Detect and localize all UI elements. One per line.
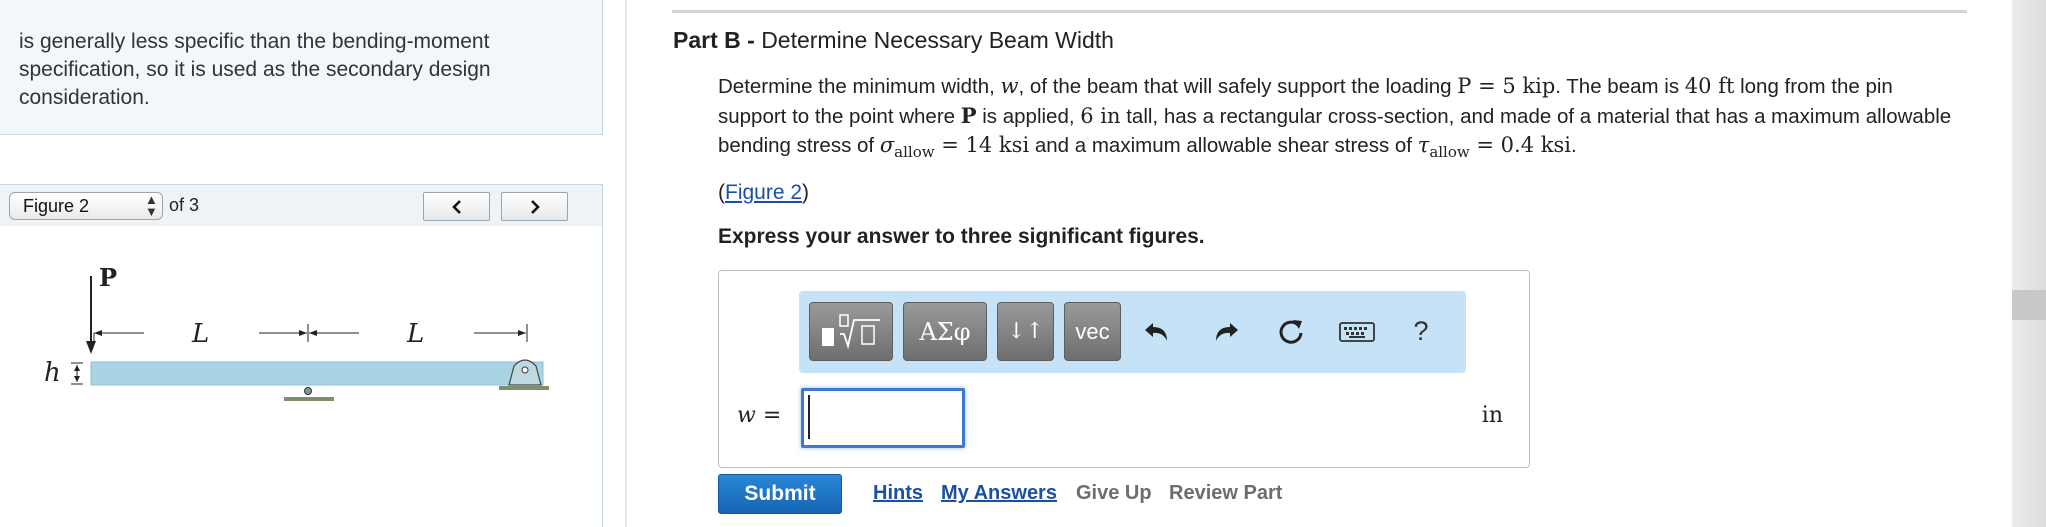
paren-open: ( xyxy=(718,181,725,204)
my-answers-link[interactable]: My Answers xyxy=(941,482,1057,505)
label-h: h xyxy=(44,358,61,388)
answer-equals: = xyxy=(755,403,782,428)
templates-icon xyxy=(822,313,880,349)
reset-icon xyxy=(1279,319,1303,344)
answer-variable: w xyxy=(737,403,756,428)
sigma-subscript: allow xyxy=(894,143,935,161)
problem-text: is applied, xyxy=(976,104,1081,128)
figure-count-label: of 3 xyxy=(169,195,200,215)
chevron-right-icon xyxy=(530,199,540,214)
h-arrow-bottom xyxy=(74,376,80,382)
problem-text: Determine the minimum width, xyxy=(718,75,1001,98)
updown-label: ↓↑ xyxy=(1007,319,1044,344)
h-arrow-top xyxy=(74,365,80,371)
figure-nav-bar: Figure 2 ▲ ▼ of 3 xyxy=(0,184,603,227)
prev-figure-button[interactable] xyxy=(423,192,490,221)
review-part-link[interactable]: Review Part xyxy=(1169,482,1282,505)
pin-ground xyxy=(499,386,549,390)
figure-link[interactable]: Figure 2 xyxy=(725,181,802,204)
submit-button[interactable]: Submit xyxy=(718,474,842,514)
answer-variable-label: w = xyxy=(737,403,781,428)
answer-input[interactable] xyxy=(801,388,965,448)
scrollbar-thumb[interactable] xyxy=(2012,290,2046,320)
beam xyxy=(90,361,544,386)
part-prefix: Part B - xyxy=(673,27,762,53)
keyboard-button[interactable] xyxy=(1329,302,1385,361)
vec-label: vec xyxy=(1075,318,1110,344)
tau-symbol: τ xyxy=(1417,133,1430,157)
redo-button[interactable] xyxy=(1201,302,1249,361)
greek-button[interactable]: ΑΣφ xyxy=(903,302,987,361)
undo-button[interactable] xyxy=(1134,302,1182,361)
answer-unit: in xyxy=(1481,403,1503,428)
scrollbar-track[interactable] xyxy=(2012,0,2046,527)
load-value: P = 5 kip xyxy=(1457,74,1556,98)
problem-text: . xyxy=(1570,134,1577,157)
problem-text: and a maximum allowable shear stress of xyxy=(1029,134,1418,157)
paren-close: ) xyxy=(802,181,810,204)
sigma-symbol: σ xyxy=(879,133,895,157)
templates-button[interactable] xyxy=(809,302,893,361)
dim-arrow-1 xyxy=(94,330,102,336)
help-label: ? xyxy=(1413,316,1429,346)
text-caret xyxy=(808,395,810,439)
part-title-text: Determine Necessary Beam Width xyxy=(761,27,1114,53)
roller-support xyxy=(304,387,312,395)
label-L2: L xyxy=(406,319,424,349)
length-value: 40 ft xyxy=(1684,74,1735,98)
hint-text: is generally less specific than the bend… xyxy=(19,30,491,109)
help-button[interactable]: ? xyxy=(1401,302,1441,361)
problem-text: . The beam is xyxy=(1555,75,1685,98)
redo-icon xyxy=(1216,322,1238,341)
vec-button[interactable]: vec xyxy=(1064,302,1121,361)
column-divider xyxy=(625,0,627,527)
math-toolbar: ΑΣφ ↓↑ vec ? xyxy=(799,291,1466,373)
beam-figure: P L L h xyxy=(44,263,549,401)
top-rule xyxy=(672,10,1967,13)
sigma-value: = 14 ksi xyxy=(934,133,1030,157)
label-P: P xyxy=(99,263,117,292)
greek-label: ΑΣφ xyxy=(919,317,971,346)
label-L1: L xyxy=(191,319,209,349)
dim-arrow-2 xyxy=(299,330,307,336)
problem-statement: Determine the minimum width, w, of the b… xyxy=(718,72,1958,167)
answer-box: ΑΣφ ↓↑ vec ? w = in xyxy=(718,270,1530,468)
height-value: 6 in xyxy=(1080,103,1121,128)
figure-panel: P L L h xyxy=(0,226,603,527)
part-title: Part B - Determine Necessary Beam Width xyxy=(673,27,1114,54)
reset-button[interactable] xyxy=(1267,302,1315,361)
give-up-link[interactable]: Give Up xyxy=(1076,482,1152,505)
figure-select-value: Figure 2 xyxy=(23,196,90,216)
select-arrows-icon: ▲ ▼ xyxy=(145,192,158,219)
hint-box: is generally less specific than the bend… xyxy=(0,0,603,135)
keyboard-icon xyxy=(1339,321,1375,342)
undo-icon xyxy=(1145,322,1167,341)
updown-button[interactable]: ↓↑ xyxy=(997,302,1054,361)
pin xyxy=(521,366,529,374)
var-w: w xyxy=(1000,74,1019,98)
dim-arrow-3 xyxy=(309,330,317,336)
tau-value: = 0.4 ksi xyxy=(1469,133,1571,157)
dim-arrow-4 xyxy=(518,330,526,336)
hints-link[interactable]: Hints xyxy=(873,482,923,505)
answer-instruction: Express your answer to three significant… xyxy=(718,225,1205,248)
tau-subscript: allow xyxy=(1429,143,1470,161)
figure-link-line: (Figure 2) xyxy=(718,181,809,205)
next-figure-button[interactable] xyxy=(501,192,568,221)
left-panel: is generally less specific than the bend… xyxy=(0,0,604,527)
problem-text: , of the beam that will safely support t… xyxy=(1018,75,1458,98)
chevron-left-icon xyxy=(451,199,461,214)
figure-select[interactable]: Figure 2 ▲ ▼ xyxy=(9,192,163,220)
roller-ground xyxy=(284,397,334,401)
var-P: P xyxy=(960,102,977,128)
